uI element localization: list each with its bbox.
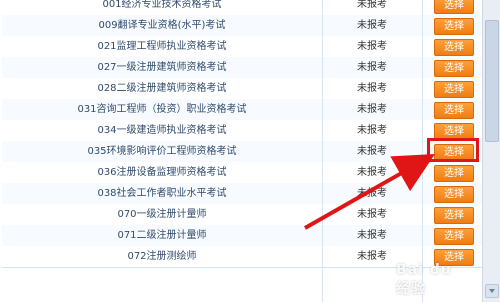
vertical-scrollbar[interactable] xyxy=(482,0,500,302)
watermark-logo: Bai du 经验 xyxy=(396,262,452,297)
red-arrow-line xyxy=(304,154,435,230)
exam-selection-frame: 001经济专业技术资格考试 未报考 选择 009翻译专业资格(水平)考试 未报考… xyxy=(0,0,500,302)
pointer-arrow xyxy=(304,154,435,230)
scrollbar-thumb[interactable] xyxy=(485,20,499,142)
scroll-down-icon[interactable] xyxy=(485,284,499,298)
